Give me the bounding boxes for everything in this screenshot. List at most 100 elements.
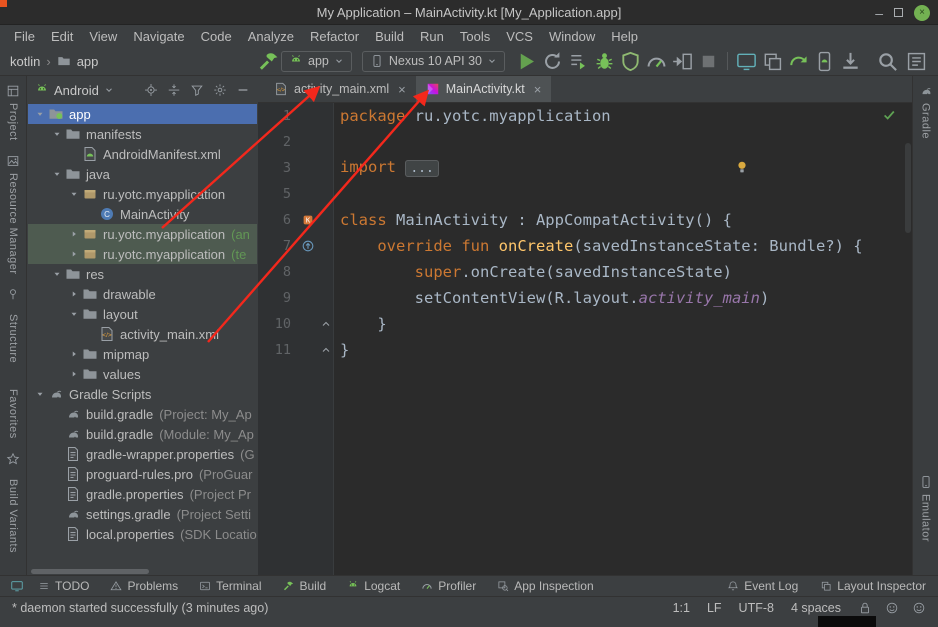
stripe-build-variants[interactable]: Build Variants — [7, 479, 19, 553]
caret-position[interactable]: 1:1 — [673, 601, 690, 615]
titlebar[interactable]: My Application – MainActivity.kt [My_App… — [0, 0, 938, 25]
menu-window[interactable]: Window — [541, 27, 603, 46]
tree-item-local-properties[interactable]: local.properties(SDK Locatio — [28, 524, 257, 544]
toolwindow-problems[interactable]: Problems — [110, 579, 178, 593]
readonly-lock-icon[interactable] — [858, 601, 872, 615]
close-tab-icon[interactable]: × — [398, 82, 406, 97]
layout-validation-button[interactable] — [761, 50, 784, 72]
toolwindow-layout-inspector[interactable]: Layout Inspector — [820, 579, 926, 593]
menu-build[interactable]: Build — [367, 27, 412, 46]
tree-item-build-gradle-module[interactable]: build.gradle(Module: My_Ap — [28, 424, 257, 444]
editor-scrollbar[interactable] — [905, 143, 911, 233]
tab-activity-main-xml[interactable]: </>activity_main.xml× — [264, 76, 416, 102]
build-hammer-button[interactable] — [258, 50, 281, 72]
debug-button[interactable] — [593, 50, 616, 72]
file-encoding[interactable]: UTF-8 — [739, 601, 774, 615]
tool-window-switcher-icon[interactable] — [10, 579, 24, 593]
run-configuration-select[interactable]: app — [281, 51, 352, 72]
tree-item-gradle-properties[interactable]: gradle.properties(Project Pr — [28, 484, 257, 504]
editor[interactable]: 1package ru.yotc.myapplication23import .… — [258, 103, 912, 576]
project-view-selector[interactable]: Android — [54, 83, 99, 98]
sync-project-gradle-button[interactable] — [787, 50, 810, 72]
tab-mainactivity-kt[interactable]: MainActivity.kt× — [416, 76, 552, 102]
tree-item-mipmap[interactable]: mipmap — [28, 344, 257, 364]
chevron-down-icon[interactable] — [104, 85, 114, 95]
tree-item-proguard-rules[interactable]: proguard-rules.pro(ProGuar — [28, 464, 257, 484]
collapse-all-icon[interactable] — [167, 83, 181, 97]
maximize-button[interactable] — [894, 8, 903, 17]
toolwindow-profiler[interactable]: Profiler — [421, 579, 476, 593]
tree-item-values[interactable]: values — [28, 364, 257, 384]
stripe-gradle[interactable]: Gradle — [919, 84, 933, 139]
settings-icon[interactable] — [213, 83, 227, 97]
stripe-favorites[interactable]: Favorites — [7, 389, 19, 439]
stripe-structure[interactable]: Structure — [7, 314, 19, 363]
sdk-manager-button[interactable] — [839, 50, 862, 72]
tree-item-java[interactable]: java — [28, 164, 257, 184]
minimize-button[interactable]: – — [875, 8, 883, 18]
tree-item-layout[interactable]: layout — [28, 304, 257, 324]
search-everywhere-button[interactable] — [876, 50, 899, 72]
menu-vcs[interactable]: VCS — [498, 27, 541, 46]
tree-item-drawable[interactable]: drawable — [28, 284, 257, 304]
attach-debugger-button[interactable] — [671, 50, 694, 72]
menu-tools[interactable]: Tools — [452, 27, 498, 46]
tree-item-settings-gradle[interactable]: settings.gradle(Project Setti — [28, 504, 257, 524]
menu-help[interactable]: Help — [603, 27, 646, 46]
menu-code[interactable]: Code — [193, 27, 240, 46]
menu-edit[interactable]: Edit — [43, 27, 81, 46]
tree-item-package-main[interactable]: ru.yotc.myapplication — [28, 184, 257, 204]
project-horizontal-scrollbar[interactable] — [31, 569, 149, 574]
breadcrumb-item-kotlin[interactable]: kotlin — [10, 54, 40, 69]
stripe-resource-manager[interactable]: Resource Manager — [6, 154, 20, 275]
intention-lightbulb-icon[interactable] — [734, 159, 750, 175]
toolwindow-todo[interactable]: TODO — [38, 579, 89, 593]
tree-item-manifests[interactable]: manifests — [28, 124, 257, 144]
stripe-emulator[interactable]: Emulator — [919, 475, 933, 542]
tree-item-mainactivity[interactable]: CMainActivity — [28, 204, 257, 224]
tree-item-app[interactable]: app — [28, 104, 257, 124]
emoji-feedback-2-icon[interactable] — [912, 601, 926, 615]
toolwindow-app-inspection[interactable]: App Inspection — [497, 579, 593, 593]
device-manager-button[interactable] — [813, 50, 836, 72]
indent-setting[interactable]: 4 spaces — [791, 601, 841, 615]
tree-item-gradle-scripts[interactable]: Gradle Scripts — [28, 384, 257, 404]
apply-changes-button[interactable] — [541, 50, 564, 72]
stop-button[interactable] — [697, 50, 720, 72]
close-tab-icon[interactable]: × — [534, 82, 542, 97]
stripe-favorites-star[interactable] — [6, 452, 20, 466]
toolwindow-event-log[interactable]: Event Log — [727, 579, 798, 593]
device-select[interactable]: Nexus 10 API 30 — [362, 51, 505, 72]
menu-file[interactable]: File — [6, 27, 43, 46]
tree-item-package-androidtest[interactable]: ru.yotc.myapplication(an — [28, 224, 257, 244]
tree-item-res[interactable]: res — [28, 264, 257, 284]
apply-code-changes-button[interactable] — [567, 50, 590, 72]
inspections-ok-icon[interactable] — [882, 108, 896, 122]
toolwindow-terminal[interactable]: Terminal — [199, 579, 261, 593]
menu-navigate[interactable]: Navigate — [125, 27, 192, 46]
emoji-feedback-1-icon[interactable] — [885, 601, 899, 615]
toolwindow-logcat[interactable]: Logcat — [347, 579, 400, 593]
device-file-explorer-button[interactable] — [735, 50, 758, 72]
tree-item-package-test[interactable]: ru.yotc.myapplication(te — [28, 244, 257, 264]
tree-item-build-gradle-project[interactable]: build.gradle(Project: My_Ap — [28, 404, 257, 424]
stripe-pin[interactable] — [6, 287, 20, 301]
tree-item-gradle-wrapper-properties[interactable]: gradle-wrapper.properties(G — [28, 444, 257, 464]
line-separator[interactable]: LF — [707, 601, 722, 615]
toolwindow-build[interactable]: Build — [283, 579, 327, 593]
locate-file-icon[interactable] — [144, 83, 158, 97]
profiler-button[interactable] — [645, 50, 668, 72]
tree-item-activity-main-xml[interactable]: </>activity_main.xml — [28, 324, 257, 344]
tree-item-androidmanifest-xml[interactable]: AndroidManifest.xml — [28, 144, 257, 164]
menu-refactor[interactable]: Refactor — [302, 27, 367, 46]
stripe-project[interactable]: Project — [6, 84, 20, 141]
run-coverage-button[interactable] — [619, 50, 642, 72]
run-button[interactable] — [515, 50, 538, 72]
menu-run[interactable]: Run — [412, 27, 452, 46]
close-button[interactable]: × — [914, 5, 930, 21]
breadcrumb-item-app[interactable]: app — [77, 54, 99, 69]
menu-view[interactable]: View — [81, 27, 125, 46]
filter-icon[interactable] — [190, 83, 204, 97]
menu-analyze[interactable]: Analyze — [240, 27, 302, 46]
hide-panel-icon[interactable] — [236, 83, 250, 97]
